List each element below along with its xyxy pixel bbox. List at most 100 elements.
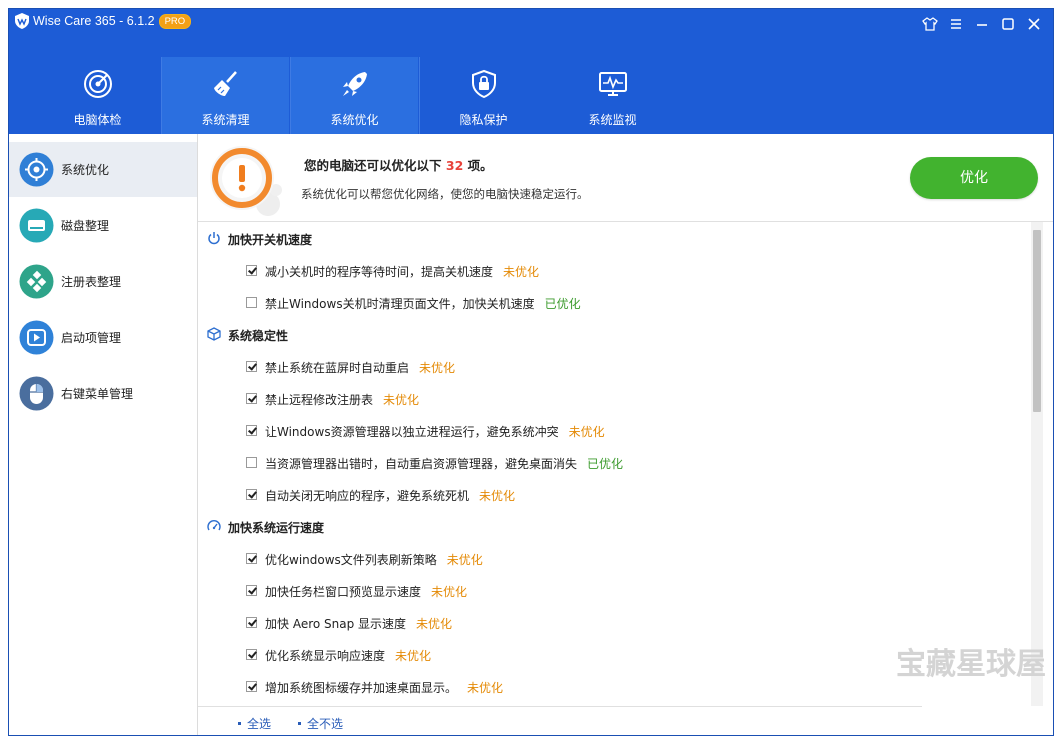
item-checkbox[interactable] — [246, 361, 257, 372]
selection-footer: 全选 全不选 — [198, 706, 922, 735]
select-all-link[interactable]: 全选 — [238, 715, 271, 732]
item-text: 优化windows文件列表刷新策略 — [265, 553, 437, 567]
status-label: 未优化 — [479, 489, 516, 503]
optimization-list: 加快开关机速度 减小关机时的程序等待时间，提高关机速度 未优化 禁止Windows… — [198, 222, 1030, 706]
item-text: 当资源管理器出错时，自动重启资源管理器，避免桌面消失 — [265, 457, 578, 471]
status-label: 未优化 — [467, 681, 504, 695]
item-checkbox[interactable] — [246, 681, 257, 692]
item-checkbox[interactable] — [246, 553, 257, 564]
banner-title-prefix: 您的电脑还可以优化以下 — [304, 158, 442, 173]
tab-label: 系统优化 — [330, 113, 379, 127]
skin-button[interactable] — [921, 15, 939, 33]
status-label: 未优化 — [395, 649, 432, 663]
rocket-icon — [343, 72, 367, 96]
title-bar: Wise Care 365 - 6.1.2 PRO — [9, 9, 1053, 37]
tab-privacy-protection[interactable]: 隐私保护 — [420, 57, 547, 134]
sidebar-item-label: 磁盘整理 — [61, 219, 110, 233]
sidebar-item-label: 右键菜单管理 — [61, 387, 134, 401]
sidebar: 系统优化 磁盘整理 注册表整理 启动项管理 右键菜单管理 — [9, 134, 198, 735]
item-checkbox[interactable] — [246, 649, 257, 660]
minimize-button[interactable] — [973, 15, 991, 33]
item-text: 优化系统显示响应速度 — [265, 649, 386, 663]
status-label: 未优化 — [446, 553, 483, 567]
shirt-icon — [922, 17, 938, 31]
status-label: 已优化 — [587, 457, 624, 471]
disk-icon — [19, 208, 54, 243]
item-text: 禁止远程修改注册表 — [265, 393, 374, 407]
item-text: 禁止Windows关机时清理页面文件，加快关机速度 — [265, 297, 535, 311]
radar-icon — [84, 70, 112, 98]
warning-icon — [210, 146, 282, 216]
item-checkbox[interactable] — [246, 617, 257, 628]
app-title: Wise Care 365 - 6.1.2 PRO — [33, 14, 192, 29]
app-window: Wise Care 365 - 6.1.2 PRO 电脑体检 系统清理 系统优化… — [8, 8, 1054, 736]
sidebar-item-disk-defrag[interactable]: 磁盘整理 — [9, 198, 197, 253]
status-label: 未优化 — [419, 361, 456, 375]
tab-label: 系统监视 — [588, 113, 637, 127]
watermark-text: 宝藏星球屋 — [896, 647, 1046, 682]
item-checkbox[interactable] — [246, 489, 257, 500]
status-label: 未优化 — [503, 265, 540, 279]
item-checkbox[interactable] — [246, 457, 257, 468]
group-title: 加快系统运行速度 — [228, 521, 325, 535]
tab-pc-checkup[interactable]: 电脑体检 — [34, 57, 161, 134]
cube-icon — [207, 327, 221, 341]
maximize-icon — [1002, 18, 1014, 30]
sidebar-item-startup-manager[interactable]: 启动项管理 — [9, 310, 197, 365]
tab-label: 隐私保护 — [459, 113, 508, 127]
header: Wise Care 365 - 6.1.2 PRO 电脑体检 系统清理 系统优化… — [9, 9, 1053, 134]
sidebar-item-context-menu-manager[interactable]: 右键菜单管理 — [9, 366, 197, 421]
sidebar-item-label: 注册表整理 — [61, 275, 122, 289]
tab-label: 系统清理 — [201, 113, 250, 127]
tab-system-cleanup[interactable]: 系统清理 — [162, 57, 289, 134]
sidebar-item-label: 系统优化 — [61, 163, 110, 177]
status-label: 未优化 — [431, 585, 468, 599]
select-none-label: 全不选 — [307, 717, 344, 731]
summary-banner: 您的电脑还可以优化以下 32 项。 系统优化可以帮您优化网络，使您的电脑快速稳定… — [198, 134, 1053, 222]
monitor-icon — [599, 72, 627, 96]
bullet-icon — [238, 722, 241, 725]
item-checkbox[interactable] — [246, 297, 257, 308]
sidebar-item-registry-cleanup[interactable]: 注册表整理 — [9, 254, 197, 309]
status-label: 未优化 — [416, 617, 453, 631]
minimize-icon — [977, 24, 987, 26]
status-label: 已优化 — [544, 297, 581, 311]
scrollbar-thumb[interactable] — [1033, 230, 1041, 412]
item-checkbox[interactable] — [246, 425, 257, 436]
pro-badge: PRO — [158, 14, 192, 29]
play-icon — [19, 320, 54, 355]
tab-system-optimize[interactable]: 系统优化 — [291, 57, 418, 134]
status-label: 未优化 — [568, 425, 605, 439]
maximize-button[interactable] — [999, 15, 1017, 33]
tab-system-monitor[interactable]: 系统监视 — [549, 57, 676, 134]
banner-title-suffix: 项。 — [467, 158, 493, 173]
item-checkbox[interactable] — [246, 265, 257, 276]
menu-icon — [951, 19, 961, 29]
power-icon — [208, 232, 220, 245]
mouse-icon — [19, 376, 54, 411]
banner-title: 您的电脑还可以优化以下 32 项。 — [304, 155, 493, 174]
item-text: 禁止系统在蓝屏时自动重启 — [265, 361, 410, 375]
bullet-icon — [298, 722, 301, 725]
item-checkbox[interactable] — [246, 585, 257, 596]
group-title: 加快开关机速度 — [228, 233, 313, 247]
select-all-label: 全选 — [247, 717, 272, 731]
item-text: 让Windows资源管理器以独立进程运行，避免系统冲突 — [265, 425, 559, 439]
sidebar-item-label: 启动项管理 — [61, 331, 122, 345]
optimize-button[interactable]: 优化 — [910, 157, 1038, 199]
item-checkbox[interactable] — [246, 393, 257, 404]
sidebar-item-system-optimize[interactable]: 系统优化 — [9, 142, 197, 197]
select-none-link[interactable]: 全不选 — [298, 715, 343, 732]
item-text: 增加系统图标缓存并加速桌面显示。 — [265, 681, 458, 695]
item-text: 减小关机时的程序等待时间，提高关机速度 — [265, 265, 494, 279]
registry-icon — [19, 264, 54, 299]
group-title: 系统稳定性 — [228, 329, 289, 343]
optimize-count: 32 — [445, 158, 464, 173]
item-text: 自动关闭无响应的程序，避免系统死机 — [265, 489, 470, 503]
close-icon — [1028, 18, 1040, 30]
menu-button[interactable] — [947, 15, 965, 33]
item-text: 加快任务栏窗口预览显示速度 — [265, 585, 422, 599]
close-button[interactable] — [1025, 15, 1043, 33]
gauge-icon — [19, 152, 54, 187]
app-title-text: Wise Care 365 - 6.1.2 — [33, 14, 155, 28]
